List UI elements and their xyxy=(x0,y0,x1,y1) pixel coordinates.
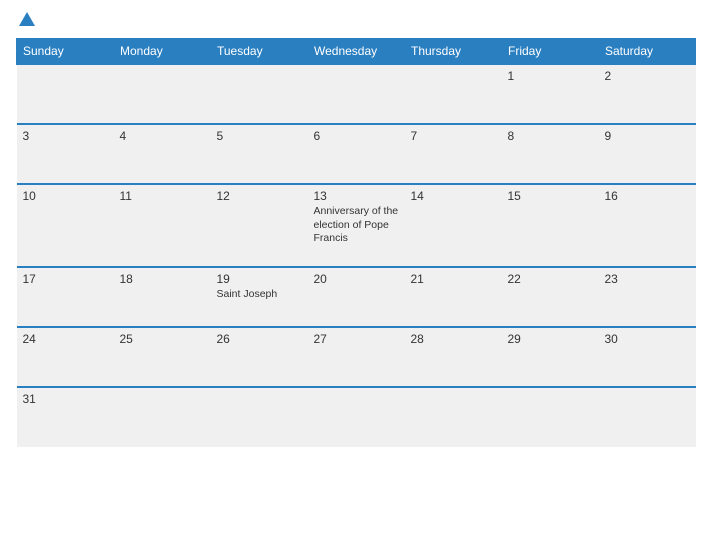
day-number: 8 xyxy=(508,129,593,143)
day-number: 2 xyxy=(605,69,690,83)
day-number: 6 xyxy=(314,129,399,143)
header-monday: Monday xyxy=(114,39,211,65)
calendar-cell: 30 xyxy=(599,327,696,387)
calendar-cell: 13 Anniversary of the election of Pope Fr… xyxy=(308,184,405,267)
calendar-cell: 7 xyxy=(405,124,502,184)
calendar-cell: 12 xyxy=(211,184,308,267)
weekday-header-row: Sunday Monday Tuesday Wednesday Thursday… xyxy=(17,39,696,65)
calendar-cell: 1 xyxy=(502,64,599,124)
calendar-cell: 14 xyxy=(405,184,502,267)
calendar-cell xyxy=(308,64,405,124)
day-number: 20 xyxy=(314,272,399,286)
day-number: 16 xyxy=(605,189,690,203)
calendar-cell: 24 xyxy=(17,327,114,387)
calendar-cell: 23 xyxy=(599,267,696,327)
calendar-week-row: 31 xyxy=(17,387,696,447)
calendar-cell: 15 xyxy=(502,184,599,267)
day-number: 17 xyxy=(23,272,108,286)
calendar-cell: 29 xyxy=(502,327,599,387)
header-wednesday: Wednesday xyxy=(308,39,405,65)
header-saturday: Saturday xyxy=(599,39,696,65)
day-number: 7 xyxy=(411,129,496,143)
day-number: 5 xyxy=(217,129,302,143)
day-number: 22 xyxy=(508,272,593,286)
calendar-cell xyxy=(17,64,114,124)
day-number: 30 xyxy=(605,332,690,346)
day-number: 28 xyxy=(411,332,496,346)
day-number: 26 xyxy=(217,332,302,346)
calendar-week-row: 12 xyxy=(17,64,696,124)
calendar-cell: 2 xyxy=(599,64,696,124)
calendar-cell xyxy=(405,64,502,124)
header xyxy=(16,12,696,28)
calendar-cell: 17 xyxy=(17,267,114,327)
calendar-cell xyxy=(211,387,308,447)
day-number: 24 xyxy=(23,332,108,346)
calendar-cell: 16 xyxy=(599,184,696,267)
day-number: 21 xyxy=(411,272,496,286)
day-number: 31 xyxy=(23,392,108,406)
calendar-cell: 28 xyxy=(405,327,502,387)
calendar-cell: 9 xyxy=(599,124,696,184)
day-number: 10 xyxy=(23,189,108,203)
calendar-cell xyxy=(599,387,696,447)
calendar-cell: 18 xyxy=(114,267,211,327)
calendar-cell: 19 Saint Joseph xyxy=(211,267,308,327)
calendar-page: Sunday Monday Tuesday Wednesday Thursday… xyxy=(0,0,712,550)
day-number: 25 xyxy=(120,332,205,346)
calendar-cell: 26 xyxy=(211,327,308,387)
calendar-cell: 31 xyxy=(17,387,114,447)
day-number: 29 xyxy=(508,332,593,346)
calendar-cell: 25 xyxy=(114,327,211,387)
calendar-cell: 20 xyxy=(308,267,405,327)
day-number: 14 xyxy=(411,189,496,203)
calendar-cell: 22 xyxy=(502,267,599,327)
calendar-cell xyxy=(405,387,502,447)
calendar-cell xyxy=(211,64,308,124)
header-thursday: Thursday xyxy=(405,39,502,65)
day-number: 18 xyxy=(120,272,205,286)
header-tuesday: Tuesday xyxy=(211,39,308,65)
calendar-cell: 21 xyxy=(405,267,502,327)
day-number: 9 xyxy=(605,129,690,143)
calendar-cell xyxy=(308,387,405,447)
calendar-cell xyxy=(114,64,211,124)
logo-triangle-icon xyxy=(19,12,35,26)
calendar-cell: 11 xyxy=(114,184,211,267)
calendar-cell: 27 xyxy=(308,327,405,387)
calendar-cell: 10 xyxy=(17,184,114,267)
day-number: 11 xyxy=(120,189,205,203)
calendar-week-row: 3456789 xyxy=(17,124,696,184)
calendar-table: Sunday Monday Tuesday Wednesday Thursday… xyxy=(16,38,696,447)
calendar-week-row: 17 18 19 Saint Joseph 20 21 22 23 xyxy=(17,267,696,327)
day-number: 23 xyxy=(605,272,690,286)
calendar-week-row: 10 11 12 13 Anniversary of the election of P… xyxy=(17,184,696,267)
calendar-cell: 5 xyxy=(211,124,308,184)
day-number: 12 xyxy=(217,189,302,203)
calendar-week-row: 24 25 26 27 28 29 30 xyxy=(17,327,696,387)
day-number: 1 xyxy=(508,69,593,83)
day-number: 19 xyxy=(217,272,302,286)
day-number: 13 xyxy=(314,189,399,203)
day-number: 3 xyxy=(23,129,108,143)
event-label: Anniversary of the election of Pope Fran… xyxy=(314,205,399,246)
logo xyxy=(16,12,37,28)
calendar-cell xyxy=(114,387,211,447)
calendar-cell: 3 xyxy=(17,124,114,184)
header-sunday: Sunday xyxy=(17,39,114,65)
calendar-cell: 6 xyxy=(308,124,405,184)
day-number: 27 xyxy=(314,332,399,346)
header-friday: Friday xyxy=(502,39,599,65)
day-number: 15 xyxy=(508,189,593,203)
event-label: Saint Joseph xyxy=(217,288,302,302)
calendar-cell xyxy=(502,387,599,447)
day-number: 4 xyxy=(120,129,205,143)
calendar-cell: 8 xyxy=(502,124,599,184)
calendar-cell: 4 xyxy=(114,124,211,184)
